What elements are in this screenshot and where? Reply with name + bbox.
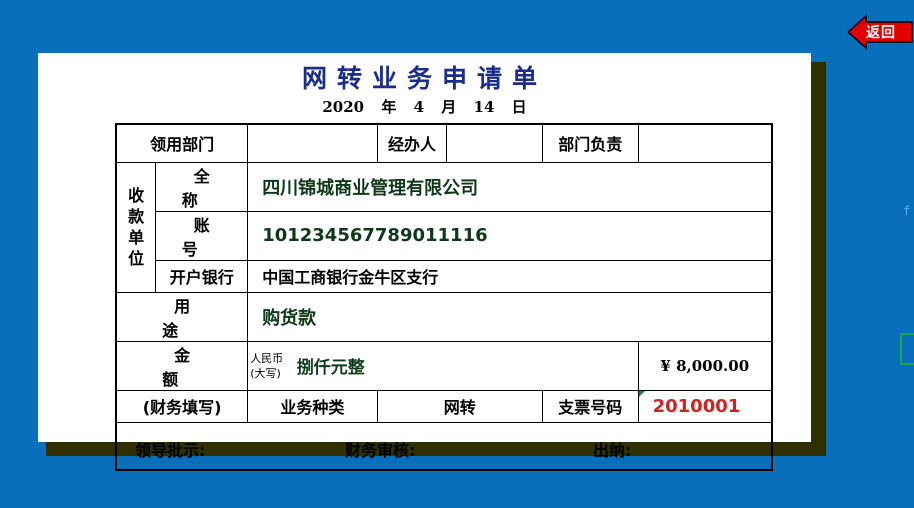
amount-words: 捌仟元整 [296, 358, 365, 378]
form-sheet: 网转业务申请单 2020 年 4 月 14 日 领用部门 经办人 部门负责 收 … [38, 53, 811, 471]
payee-bank-value[interactable]: 中国工商银行金牛区支行 [247, 259, 773, 293]
purpose-value[interactable]: 购货款 [247, 291, 773, 342]
finance-label: (财务填写) [115, 389, 249, 423]
business-type-label: 业务种类 [247, 389, 378, 423]
table-row: 用 途 购货款 [115, 291, 773, 342]
handler-value[interactable] [446, 123, 543, 163]
table-row: 账 号 101234567789011116 [116, 210, 773, 261]
payee-name-label: 全 称 [155, 161, 249, 212]
payee-side-char: 收 [128, 186, 145, 205]
rmb-line-1: 人民币 [250, 351, 284, 365]
table-row: 金 额 人民币 (大写) 捌仟元整 ¥ 8,000.00 [115, 340, 773, 391]
purpose-label: 用 途 [115, 291, 249, 342]
date-month: 4 [413, 98, 425, 116]
amount-label: 金 额 [115, 340, 249, 391]
payee-side-char: 款 [128, 207, 145, 226]
payee-side-label: 收 款 单 位 [115, 161, 157, 293]
amount-words-cell[interactable]: 人民币 (大写) 捌仟元整 [247, 340, 639, 391]
payee-name-value[interactable]: 四川锦城商业管理有限公司 [247, 161, 773, 212]
amount-figure[interactable]: ¥ 8,000.00 [637, 340, 773, 391]
date-year-unit: 年 [381, 98, 397, 116]
cashier-label: 出纳: [593, 440, 632, 460]
dept-value[interactable] [247, 123, 378, 163]
cheque-number-label: 支票号码 [541, 389, 639, 423]
table-row: 收 款 单 位 全 称 四川锦城商业管理有限公司 [115, 161, 773, 293]
request-table: 领用部门 经办人 部门负责 收 款 单 位 全 称 四川锦城商业管理有限公司 账… [115, 123, 773, 471]
date-day: 14 [473, 98, 495, 116]
table-row: 领导批示: 财务审核: 出纳: [115, 421, 773, 470]
finance-review-label: 财务审核: [345, 440, 416, 460]
rmb-line-2: (大写) [250, 366, 281, 380]
date-day-unit: 日 [511, 98, 527, 116]
business-type-value[interactable]: 网转 [376, 389, 543, 423]
date-month-unit: 月 [441, 98, 457, 116]
cheque-number-value[interactable]: 2010001 [637, 389, 773, 423]
leader-approval-label: 领导批示: [135, 440, 206, 460]
dept-head-value[interactable] [637, 123, 773, 163]
dept-label: 领用部门 [115, 123, 249, 163]
rmb-caption: 人民币 (大写) [250, 351, 283, 381]
table-row: 开户银行 中国工商银行金牛区支行 [116, 259, 773, 293]
table-row: (财务填写) 业务种类 网转 支票号码 2010001 [115, 389, 773, 423]
payee-bank-label: 开户银行 [155, 259, 249, 293]
edge-glyph: f [903, 204, 911, 218]
handler-label: 经办人 [376, 123, 448, 163]
edge-frame [900, 333, 914, 365]
signature-row: 领导批示: 财务审核: 出纳: [115, 421, 773, 470]
form-date: 2020 年 4 月 14 日 [38, 96, 811, 117]
form-title: 网转业务申请单 [301, 64, 547, 93]
payee-side-char: 位 [128, 249, 145, 268]
payee-account-value[interactable]: 101234567789011116 [247, 210, 773, 261]
dept-head-label: 部门负责 [541, 123, 639, 163]
table-row: 领用部门 经办人 部门负责 [115, 123, 773, 163]
payee-side-char: 单 [128, 228, 145, 247]
back-button-label: 返回 [866, 25, 896, 41]
payee-account-label: 账 号 [155, 210, 249, 261]
back-button[interactable]: 返回 [846, 12, 914, 52]
date-year: 2020 [322, 98, 365, 116]
